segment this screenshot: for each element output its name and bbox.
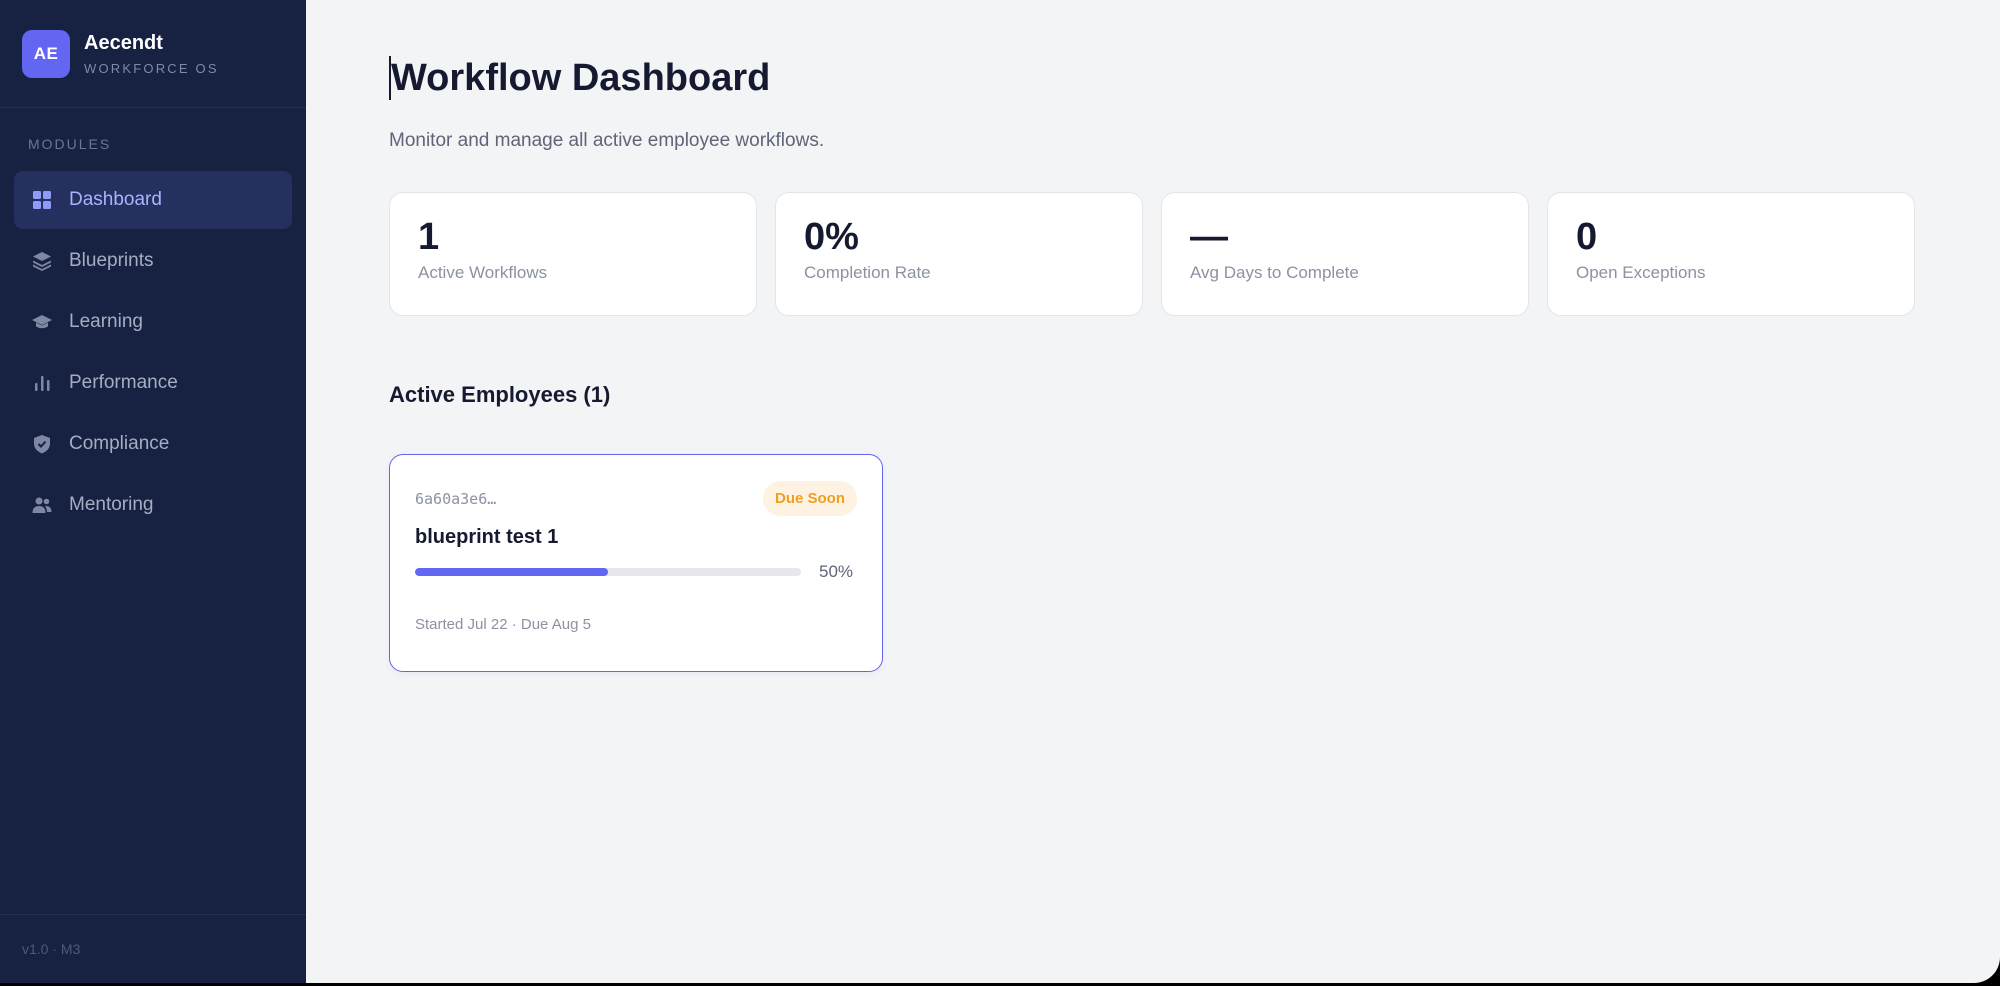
stats-row: 1 Active Workflows 0% Completion Rate — …	[389, 192, 2000, 316]
sidebar-item-performance[interactable]: Performance	[14, 354, 292, 412]
shield-check-icon	[31, 433, 53, 455]
layers-icon	[31, 250, 53, 272]
sidebar-item-learning[interactable]: Learning	[14, 293, 292, 351]
sidebar-nav: Dashboard Blueprints Learning Performanc…	[0, 171, 306, 537]
page-title: Workflow Dashboard	[389, 56, 771, 100]
sidebar-item-blueprints[interactable]: Blueprints	[14, 232, 292, 290]
stat-value: 0%	[804, 216, 859, 258]
brand-subtitle: WORKFORCE OS	[84, 61, 219, 76]
stat-label: Open Exceptions	[1576, 263, 1706, 282]
users-icon	[31, 494, 53, 516]
stat-value: 0	[1576, 216, 1598, 258]
app-window: AE Aecendt WORKFORCE OS MODULES Dashboar…	[0, 0, 2000, 983]
bar-chart-icon	[31, 372, 53, 394]
sidebar-item-label: Compliance	[69, 433, 170, 454]
sidebar: AE Aecendt WORKFORCE OS MODULES Dashboar…	[0, 0, 306, 983]
employee-card[interactable]: 6a60a3e6… Due Soon blueprint test 1 50% …	[389, 454, 883, 672]
stat-card-avg-days: — Avg Days to Complete	[1161, 192, 1529, 316]
progress-row: 50%	[415, 562, 857, 582]
stat-card-active-workflows: 1 Active Workflows	[389, 192, 757, 316]
graduation-cap-icon	[31, 311, 53, 333]
modules-label: MODULES	[28, 136, 112, 152]
stat-card-completion-rate: 0% Completion Rate	[775, 192, 1143, 316]
brand: AE Aecendt WORKFORCE OS	[0, 0, 306, 108]
sidebar-item-label: Learning	[69, 311, 143, 332]
sidebar-item-compliance[interactable]: Compliance	[14, 415, 292, 473]
stat-card-open-exceptions: 0 Open Exceptions	[1547, 192, 1915, 316]
brand-name: Aecendt	[84, 32, 163, 54]
sidebar-item-dashboard[interactable]: Dashboard	[14, 171, 292, 229]
main-content: Workflow Dashboard Monitor and manage al…	[306, 0, 2000, 983]
version-label: v1.0 · M3	[0, 914, 306, 983]
workflow-dates: Started Jul 22 · Due Aug 5	[415, 616, 591, 633]
stat-label: Avg Days to Complete	[1190, 263, 1359, 282]
stat-value: —	[1190, 216, 1228, 258]
sidebar-item-label: Dashboard	[69, 189, 162, 210]
sidebar-item-label: Mentoring	[69, 494, 154, 515]
page-subtitle: Monitor and manage all active employee w…	[389, 130, 825, 151]
brand-logo: AE	[22, 29, 70, 78]
progress-percent: 50%	[819, 562, 854, 581]
sidebar-item-mentoring[interactable]: Mentoring	[14, 476, 292, 534]
stat-label: Completion Rate	[804, 263, 931, 282]
stat-label: Active Workflows	[418, 263, 548, 282]
progress-fill	[415, 568, 608, 576]
progress-track	[415, 568, 801, 576]
employee-id: 6a60a3e6…	[415, 489, 497, 508]
dashboard-grid-icon	[31, 189, 53, 211]
workflow-name: blueprint test 1	[415, 526, 559, 548]
sidebar-item-label: Blueprints	[69, 250, 154, 271]
section-title-active-employees: Active Employees (1)	[389, 382, 611, 407]
sidebar-item-label: Performance	[69, 372, 178, 393]
status-badge: Due Soon	[763, 481, 857, 516]
stat-value: 1	[418, 216, 440, 258]
